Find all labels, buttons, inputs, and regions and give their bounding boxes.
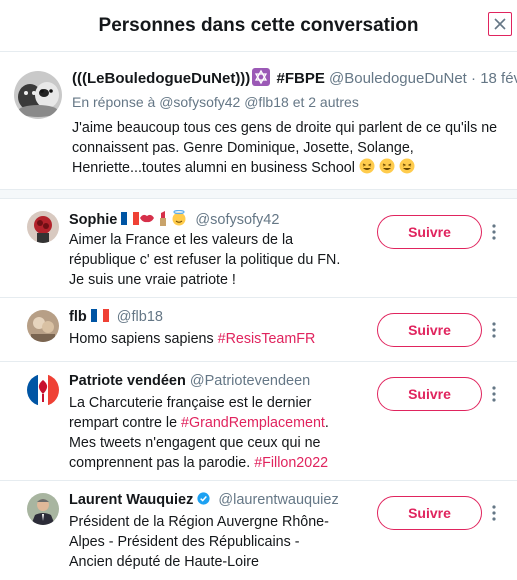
more-options-icon[interactable] [490,504,498,522]
laughing-emoji-icon [379,158,395,174]
close-icon [494,18,506,30]
follow-button[interactable]: Suivre [377,215,482,249]
reply-prefix: En réponse à [72,94,156,110]
user-bio: Aimer la France et les valeurs de la rép… [69,232,341,288]
france-flag-icon [121,212,140,225]
lips-emoji-icon [140,214,155,223]
author-handle[interactable]: @BouledogueDuNet [329,70,467,87]
reply-mention[interactable]: @flb18 [244,94,289,110]
user-list-item[interactable]: flb @flb18 Homo sapiens sapiens #ResisTe… [0,298,517,362]
user-header: Sophie @sofysofy42 [69,210,279,228]
user-handle[interactable]: @Patriotevendeen [190,373,310,389]
france-flag-icon [90,309,109,322]
hashtag-link[interactable]: #GrandRemplacement [181,415,325,431]
star-of-david-icon [252,68,271,86]
bio-text: Homo sapiens sapiens [69,331,218,347]
user-name[interactable]: Patriote vendéen [69,373,186,389]
more-options-icon[interactable] [490,385,498,403]
hashtag-link[interactable]: #Fillon2022 [254,455,328,471]
tweet-text: J'aime beaucoup tous ces gens de droite … [72,118,502,178]
follow-button[interactable]: Suivre [377,377,482,411]
reply-suffix[interactable]: et 2 autres [293,94,359,110]
verified-badge-icon [197,492,210,505]
user-list-item[interactable]: Laurent Wauquiez @laurentwauquiez Présid… [0,481,517,580]
user-name[interactable]: flb [69,309,87,325]
user-name[interactable]: Sophie [69,212,117,228]
main-tweet-header: (((LeBouledogueDuNet))) #FBPE @Bouledogu… [72,68,517,87]
user-header: Laurent Wauquiez @laurentwauquiez [69,492,339,508]
user-list-item[interactable]: Patriote vendéen @Patriotevendeen La Cha… [0,362,517,481]
user-list-item[interactable]: Sophie @sofysofy42 Aimer la France et le… [0,199,517,298]
angel-emoji-icon [172,210,186,226]
avatar[interactable] [14,71,62,119]
hashtag-link[interactable]: #ResisTeamFR [218,331,316,347]
reply-context: En réponse à @sofysofy42 @flb18 et 2 aut… [72,94,359,110]
reply-mention[interactable]: @sofysofy42 [159,94,240,110]
dialog-title: Personnes dans cette conversation [98,15,419,36]
lipstick-emoji-icon [160,211,167,226]
section-divider [0,189,517,199]
user-header: flb @flb18 [69,309,163,325]
avatar[interactable] [27,310,59,342]
tweet-body: J'aime beaucoup tous ces gens de droite … [72,120,498,176]
user-bio: Homo sapiens sapiens #ResisTeamFR [69,329,344,349]
user-handle[interactable]: @laurentwauquiez [218,492,338,508]
user-handle[interactable]: @flb18 [117,309,163,325]
user-name[interactable]: Laurent Wauquiez [69,492,193,508]
author-name-suffix: #FBPE [276,70,325,87]
main-tweet[interactable]: (((LeBouledogueDuNet))) #FBPE @Bouledogu… [0,52,517,189]
avatar[interactable] [27,211,59,243]
dot-separator: · [471,70,477,87]
user-bio: Président de la Région Auvergne Rhône-Al… [69,514,329,570]
laughing-emoji-icon [399,158,415,174]
avatar[interactable] [27,374,59,406]
dialog-header: Personnes dans cette conversation [0,0,517,52]
author-name[interactable]: (((LeBouledogueDuNet))) [72,70,250,87]
follow-button[interactable]: Suivre [377,496,482,530]
user-handle[interactable]: @sofysofy42 [195,212,279,228]
more-options-icon[interactable] [490,321,498,339]
close-button[interactable] [488,12,512,36]
avatar[interactable] [27,493,59,525]
laughing-emoji-icon [359,158,375,174]
user-bio: La Charcuterie française est le dernier … [69,393,344,473]
follow-button[interactable]: Suivre [377,313,482,347]
tweet-date[interactable]: 18 févr. [480,70,517,87]
user-header: Patriote vendéen @Patriotevendeen [69,373,310,389]
more-options-icon[interactable] [490,223,498,241]
